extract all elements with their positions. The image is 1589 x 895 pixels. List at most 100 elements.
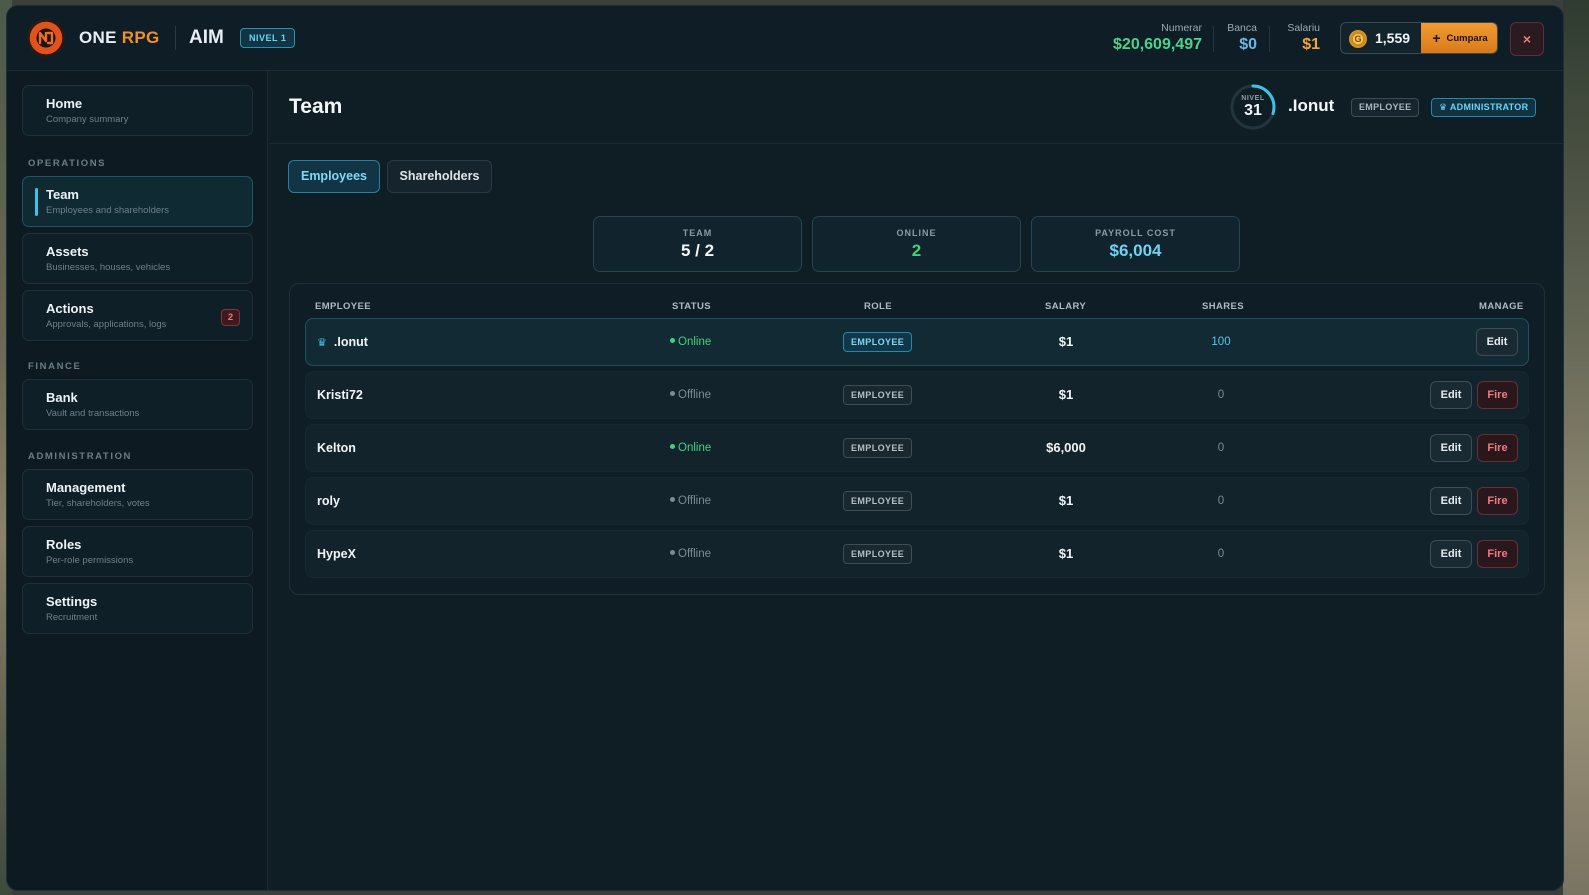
edit-button[interactable]: Edit bbox=[1430, 540, 1472, 568]
sidebar-item-subtitle: Employees and shareholders bbox=[46, 205, 170, 216]
sidebar-item-team[interactable]: Team Employees and shareholders bbox=[22, 176, 253, 227]
shares-cell: 100 bbox=[1211, 336, 1231, 348]
bank-display: Banca $0 bbox=[1219, 22, 1257, 54]
brand-name: ONE RPG bbox=[79, 28, 160, 48]
admin-badge-label: ADMINISTRATOR bbox=[1449, 102, 1529, 112]
sidebar-item-subtitle: Vault and transactions bbox=[46, 408, 140, 419]
col-header-shares: SHARES bbox=[1202, 301, 1244, 312]
role-badge: EMPLOYEE bbox=[843, 384, 913, 405]
role-cell: EMPLOYEE bbox=[843, 478, 913, 524]
actions-count-badge: 2 bbox=[221, 309, 240, 326]
edit-button[interactable]: Edit bbox=[1430, 487, 1472, 515]
stat-label: ONLINE bbox=[896, 228, 937, 238]
employee-name: .Ionut bbox=[333, 335, 368, 349]
sidebar-item-subtitle: Company summary bbox=[46, 114, 129, 125]
status-cell: Online bbox=[670, 319, 711, 365]
employee-name: Kelton bbox=[317, 441, 356, 455]
table-row: roly Offline EMPLOYEE $1 0 Edit Fire bbox=[305, 477, 1529, 525]
employee-name: HypeX bbox=[317, 547, 356, 561]
crown-icon: ♛ bbox=[317, 337, 327, 349]
sidebar-item-actions[interactable]: Actions Approvals, applications, logs 2 bbox=[22, 290, 253, 341]
sidebar: Home Company summary OPERATIONS Team Emp… bbox=[7, 71, 268, 890]
sidebar-item-title: Home bbox=[46, 96, 83, 111]
close-button[interactable]: × bbox=[1510, 22, 1544, 56]
stat-label: TEAM bbox=[682, 228, 713, 238]
tier-badge: NIVEL 1 bbox=[240, 28, 296, 48]
employee-name: Kristi72 bbox=[317, 388, 363, 402]
background-right bbox=[1563, 0, 1589, 895]
sidebar-item-settings[interactable]: Settings Recruitment bbox=[22, 583, 253, 634]
stat-value: 2 bbox=[911, 241, 922, 260]
salary-cell: $1 bbox=[1058, 546, 1074, 561]
edit-button[interactable]: Edit bbox=[1430, 381, 1472, 409]
sidebar-item-bank[interactable]: Bank Vault and transactions bbox=[22, 379, 253, 430]
edit-button[interactable]: Edit bbox=[1476, 328, 1518, 356]
app-window: ONE RPG AIM NIVEL 1 Numerar $20,609,497 … bbox=[6, 5, 1564, 891]
sidebar-item-subtitle: Recruitment bbox=[46, 612, 98, 623]
level-value: 31 bbox=[1244, 102, 1262, 119]
stat-payroll: PAYROLL COST $6,004 bbox=[1031, 216, 1240, 272]
coin-icon: G bbox=[1349, 30, 1367, 48]
stat-online: ONLINE 2 bbox=[812, 216, 1021, 272]
employees-table: EMPLOYEE STATUS ROLE SALARY SHARES MANAG… bbox=[289, 283, 1545, 595]
money-divider bbox=[1269, 26, 1270, 52]
cash-label: Numerar bbox=[1161, 22, 1202, 34]
tab-shareholders[interactable]: Shareholders bbox=[387, 160, 492, 193]
tab-employees[interactable]: Employees bbox=[288, 160, 380, 193]
brand-logo-icon bbox=[27, 19, 65, 57]
logo-mark-icon bbox=[33, 25, 59, 51]
role-cell: EMPLOYEE bbox=[843, 425, 913, 471]
sidebar-item-roles[interactable]: Roles Per-role permissions bbox=[22, 526, 253, 577]
role-badge: EMPLOYEE bbox=[843, 331, 913, 352]
level-indicator: NIVEL 31 bbox=[1229, 83, 1277, 131]
stat-value: 5 / 2 bbox=[680, 241, 715, 260]
employee-name-cell: ♛ .Ionut bbox=[317, 319, 368, 365]
sidebar-item-title: Assets bbox=[46, 244, 89, 259]
table-row: ♛ .Ionut Online EMPLOYEE $1 100 Edit bbox=[305, 318, 1529, 366]
section-operations: OPERATIONS bbox=[28, 158, 107, 169]
buy-coins-button[interactable]: + Cumpara bbox=[1421, 23, 1497, 53]
status-text: Offline bbox=[678, 495, 712, 507]
status-text: Offline bbox=[678, 548, 712, 560]
status-cell: Offline bbox=[670, 372, 711, 418]
status-dot-icon bbox=[670, 497, 675, 503]
role-cell: EMPLOYEE bbox=[843, 531, 913, 577]
status-dot-icon bbox=[670, 338, 675, 344]
sidebar-item-assets[interactable]: Assets Businesses, houses, vehicles bbox=[22, 233, 253, 284]
col-header-status: STATUS bbox=[672, 301, 711, 312]
col-header-salary: SALARY bbox=[1045, 301, 1087, 312]
sidebar-item-subtitle: Tier, shareholders, votes bbox=[46, 498, 150, 509]
bank-label: Banca bbox=[1227, 22, 1257, 34]
status-text: Offline bbox=[678, 389, 712, 401]
page-title: Team bbox=[289, 95, 343, 118]
role-cell: EMPLOYEE bbox=[843, 372, 913, 418]
status-cell: Offline bbox=[670, 531, 711, 577]
cash-value: $20,609,497 bbox=[1113, 36, 1202, 53]
top-bar: ONE RPG AIM NIVEL 1 Numerar $20,609,497 … bbox=[7, 6, 1563, 71]
employee-name: roly bbox=[317, 494, 340, 508]
fire-button[interactable]: Fire bbox=[1477, 381, 1518, 409]
status-cell: Offline bbox=[670, 478, 711, 524]
role-cell: EMPLOYEE bbox=[843, 319, 913, 365]
fire-button[interactable]: Fire bbox=[1477, 540, 1518, 568]
role-badge: EMPLOYEE bbox=[843, 437, 913, 458]
sidebar-item-title: Management bbox=[46, 480, 126, 495]
crown-icon: ♛ bbox=[1439, 102, 1448, 112]
table-row: HypeX Offline EMPLOYEE $1 0 Edit Fire bbox=[305, 530, 1529, 578]
shares-cell: 0 bbox=[1217, 495, 1225, 507]
edit-button[interactable]: Edit bbox=[1430, 434, 1472, 462]
coins-value: 1,559 bbox=[1375, 30, 1411, 46]
company-name: AIM bbox=[189, 27, 224, 48]
salary-value: $1 bbox=[1302, 36, 1320, 53]
sidebar-item-management[interactable]: Management Tier, shareholders, votes bbox=[22, 469, 253, 520]
col-header-role: ROLE bbox=[864, 301, 892, 312]
section-finance: FINANCE bbox=[28, 361, 82, 372]
sidebar-item-home[interactable]: Home Company summary bbox=[22, 85, 253, 136]
cash-display: Numerar $20,609,497 bbox=[1097, 22, 1202, 54]
status-text: Online bbox=[678, 442, 712, 454]
fire-button[interactable]: Fire bbox=[1477, 487, 1518, 515]
shares-cell: 0 bbox=[1217, 548, 1225, 560]
fire-button[interactable]: Fire bbox=[1477, 434, 1518, 462]
level-label: NIVEL bbox=[1241, 95, 1265, 102]
sidebar-item-subtitle: Per-role permissions bbox=[46, 555, 134, 566]
